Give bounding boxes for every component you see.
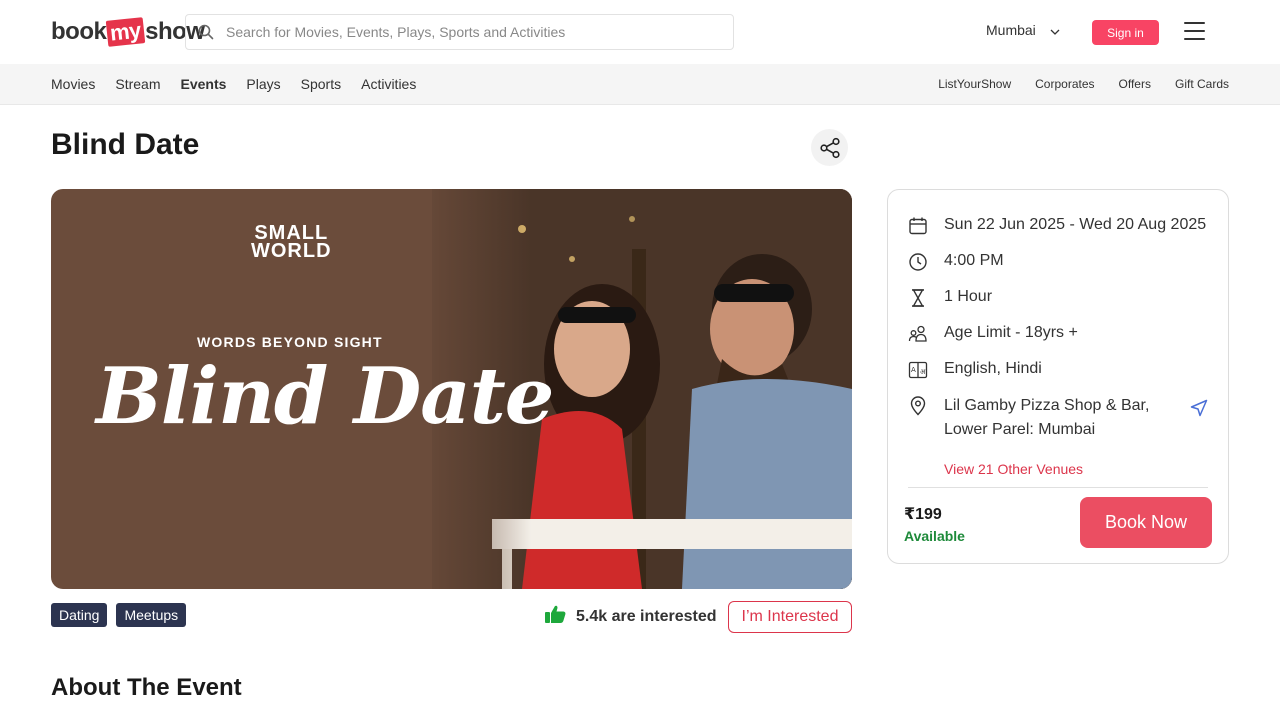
nav-links: ListYourShow Corporates Offers Gift Card… [938,64,1229,104]
nav-link-offers[interactable]: Offers [1119,77,1151,91]
svg-text:A: A [911,366,916,374]
secondary-nav: Movies Stream Events Plays Sports Activi… [0,64,1280,105]
city-label: Mumbai [986,22,1036,38]
venue-line-1: Lil Gamby Pizza Shop & Bar, [944,397,1150,414]
event-venue: Lil Gamby Pizza Shop & Bar, Lower Parel:… [944,394,1149,442]
banner-tagline: WORDS BEYOND SIGHT [197,334,383,350]
im-interested-button[interactable]: I’m Interested [728,601,852,633]
nav-link-listyourshow[interactable]: ListYourShow [938,77,1011,91]
people-icon [908,324,928,344]
nav-categories: Movies Stream Events Plays Sports Activi… [51,64,416,104]
venue-row: Lil Gamby Pizza Shop & Bar, Lower Parel:… [908,396,1149,442]
nav-item-stream[interactable]: Stream [115,76,160,92]
logo-text-my: my [106,17,146,47]
chevron-down-icon [1050,22,1060,38]
event-title: Blind Date [51,128,200,161]
event-banner: SMALL WORLD WORDS BEYOND SIGHT Blind Dat… [51,189,852,589]
nav-item-sports[interactable]: Sports [301,76,341,92]
event-age-limit: Age Limit - 18yrs + [944,324,1078,341]
calendar-icon [908,216,928,236]
navigate-arrow-icon[interactable] [1190,399,1208,422]
ticket-price: ₹199 [904,506,942,523]
search-icon [186,14,226,50]
tag-meetups[interactable]: Meetups [116,603,187,627]
event-dates: Sun 22 Jun 2025 - Wed 20 Aug 2025 [944,216,1207,233]
nav-item-events[interactable]: Events [180,76,226,92]
hourglass-icon [908,288,928,308]
event-details-card: Sun 22 Jun 2025 - Wed 20 Aug 2025 4:00 P… [887,189,1229,564]
nav-item-activities[interactable]: Activities [361,76,416,92]
svg-text:अ: अ [920,368,926,376]
card-divider [908,487,1208,488]
clock-icon [908,252,928,272]
interest-count-text: 5.4k are interested [576,607,717,625]
age-row: Age Limit - 18yrs + [908,324,1078,344]
nav-link-gift-cards[interactable]: Gift Cards [1175,77,1229,91]
event-tags: Dating Meetups [51,603,187,627]
event-time: 4:00 PM [944,252,1004,269]
city-selector[interactable]: Mumbai [986,22,1060,38]
search-bar[interactable] [185,14,734,50]
language-icon: Aअ [908,360,928,380]
banner-script-title: Blind Date [96,351,554,442]
small-world-logo: SMALL WORLD [251,222,332,262]
view-other-venues-link[interactable]: View 21 Other Venues [944,461,1083,477]
nav-item-movies[interactable]: Movies [51,76,95,92]
date-row: Sun 22 Jun 2025 - Wed 20 Aug 2025 [908,216,1206,236]
event-duration: 1 Hour [944,288,993,305]
menu-icon[interactable] [1184,22,1205,40]
top-header: bookmyshow Mumbai Sign in [0,0,1280,64]
tag-dating[interactable]: Dating [51,603,108,627]
interest-count: 5.4k are interested [545,605,717,628]
logo-text-book: book [51,18,107,45]
nav-item-plays[interactable]: Plays [246,76,280,92]
bookmyshow-logo[interactable]: book my show [51,14,205,50]
language-row: Aअ English, Hindi [908,360,1042,380]
search-input[interactable] [226,24,706,40]
time-row: 4:00 PM [908,252,1004,272]
book-now-button[interactable]: Book Now [1080,497,1212,548]
thumbs-up-icon [545,605,566,628]
event-languages: English, Hindi [944,360,1042,377]
share-icon[interactable] [811,129,848,166]
location-pin-icon [908,396,928,416]
duration-row: 1 Hour [908,288,992,308]
nav-link-corporates[interactable]: Corporates [1035,77,1094,91]
about-heading: About The Event [51,674,242,701]
availability-status: Available [904,528,965,544]
sign-in-button[interactable]: Sign in [1092,20,1159,45]
venue-line-2: Lower Parel: Mumbai [944,421,1096,438]
